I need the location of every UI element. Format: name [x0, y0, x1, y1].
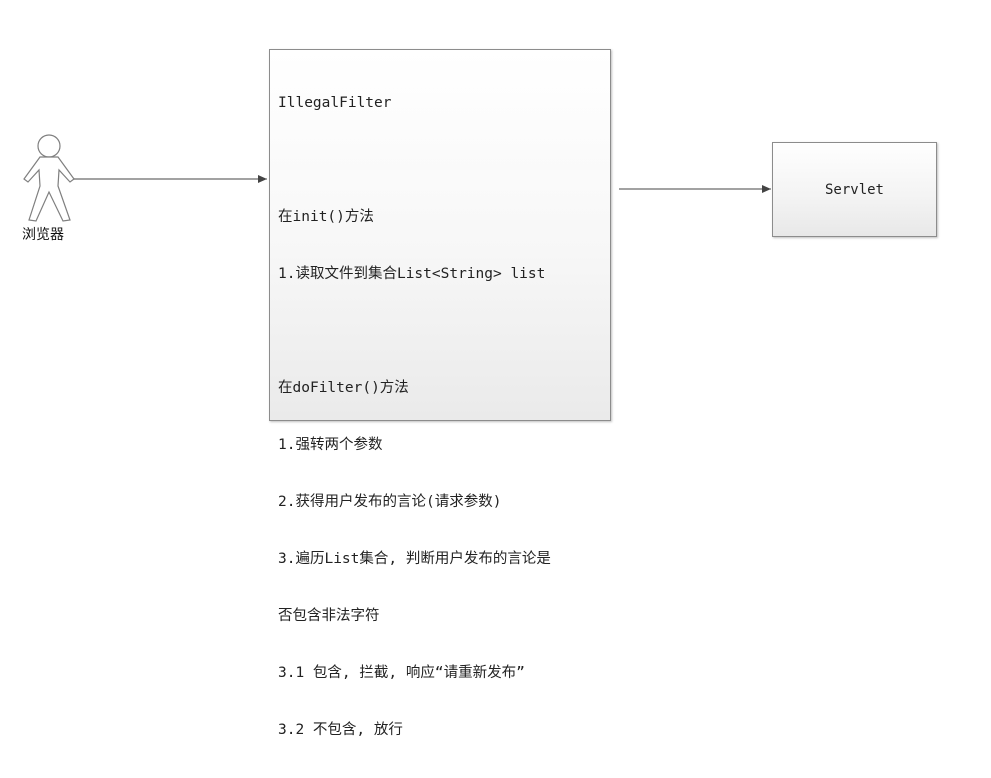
filter-line: 3.遍历List集合, 判断用户发布的言论是 — [278, 551, 551, 567]
filter-description: IllegalFilter 在init()方法 1.读取文件到集合List<St… — [278, 56, 604, 778]
filter-line: 1.读取文件到集合List<String> list — [278, 266, 546, 282]
filter-line — [278, 322, 604, 341]
filter-line: 1.强转两个参数 — [278, 437, 383, 453]
filter-line: 2.获得用户发布的言论(请求参数) — [278, 494, 502, 510]
servlet-box[interactable]: Servlet — [772, 142, 937, 237]
filter-line: 在doFilter()方法 — [278, 380, 409, 396]
filter-line: 3.2 不包含, 放行 — [278, 722, 403, 738]
filter-line — [278, 151, 604, 170]
servlet-label: Servlet — [824, 181, 884, 198]
filter-line: 3.1 包含, 拦截, 响应“请重新发布” — [278, 665, 525, 681]
filter-line: 否包含非法字符 — [278, 608, 380, 624]
filter-line: IllegalFilter — [278, 95, 392, 111]
stick-figure-icon — [23, 134, 75, 222]
actor-label: 浏览器 — [22, 227, 64, 243]
illegal-filter-box[interactable]: IllegalFilter 在init()方法 1.读取文件到集合List<St… — [269, 49, 611, 738]
filter-line: 在init()方法 — [278, 209, 374, 225]
